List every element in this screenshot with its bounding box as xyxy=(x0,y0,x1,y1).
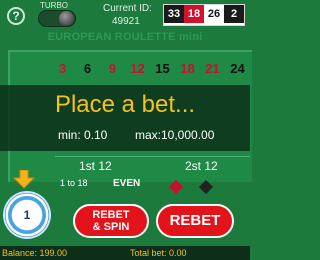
status-bar: Balance: 199.00 Total bet: 0.00 xyxy=(0,246,250,260)
turbo-label: TURBO xyxy=(40,1,68,10)
current-id-value: 49921 xyxy=(112,16,140,27)
chip-value: 1 xyxy=(23,208,31,222)
chip-selector[interactable]: 1 xyxy=(5,193,49,237)
bet-number[interactable]: 6 xyxy=(75,61,100,76)
bet-number[interactable]: 9 xyxy=(100,61,125,76)
overlay-title: Place a bet... xyxy=(54,91,196,118)
bet-number[interactable]: 21 xyxy=(200,61,225,76)
help-button[interactable]: ? xyxy=(7,7,25,25)
number-row: 3 6 9 12 15 18 21 24 xyxy=(50,61,250,76)
dozen-bet-first[interactable]: 1st 12 xyxy=(79,159,112,173)
bet-number[interactable]: 18 xyxy=(175,61,200,76)
rebet-spin-label-line1: REBET xyxy=(92,209,130,221)
bet-number[interactable]: 15 xyxy=(150,61,175,76)
black-diamond-icon[interactable] xyxy=(198,179,214,195)
current-id-label: Current ID: xyxy=(103,3,152,14)
recent-result: 26 xyxy=(204,5,224,23)
min-bet: min: 0.10 xyxy=(58,128,108,142)
help-icon: ? xyxy=(12,9,20,23)
max-bet: max:10,000.00 xyxy=(135,128,215,142)
bet-number[interactable]: 3 xyxy=(50,61,75,76)
rebet-button[interactable]: REBET xyxy=(156,204,234,238)
bet-number[interactable]: 24 xyxy=(225,61,250,76)
toggle-knob xyxy=(59,11,74,26)
rebet-and-spin-button[interactable]: REBET & SPIN xyxy=(73,204,149,238)
total-bet: Total bet: 0.00 xyxy=(130,248,187,258)
recent-result: 33 xyxy=(164,5,184,23)
turbo-toggle[interactable] xyxy=(38,10,76,27)
red-diamond-icon[interactable] xyxy=(168,179,184,195)
bet-number[interactable]: 12 xyxy=(125,61,150,76)
low-bet[interactable]: 1 to 18 xyxy=(60,178,88,188)
recent-results: 33 18 26 2 xyxy=(163,4,245,26)
recent-result: 2 xyxy=(224,5,244,23)
rebet-spin-label-line2: & SPIN xyxy=(92,221,130,233)
dozens-row: 1st 12 2st 12 xyxy=(55,156,250,177)
dozen-bet-second[interactable]: 2st 12 xyxy=(185,159,218,173)
place-bet-overlay: Place a bet... min: 0.10 max:10,000.00 xyxy=(0,85,250,151)
outside-bets-row: 1 to 18 EVEN xyxy=(55,175,250,195)
even-bet[interactable]: EVEN xyxy=(113,178,140,189)
recent-result: 18 xyxy=(184,5,204,23)
top-bar: ? TURBO Current ID: 49921 33 18 26 2 xyxy=(0,0,250,30)
arrow-down-icon[interactable] xyxy=(13,170,35,188)
game-title: EUROPEAN ROULETTE mini xyxy=(47,31,203,43)
balance: Balance: 199.00 xyxy=(2,248,68,258)
